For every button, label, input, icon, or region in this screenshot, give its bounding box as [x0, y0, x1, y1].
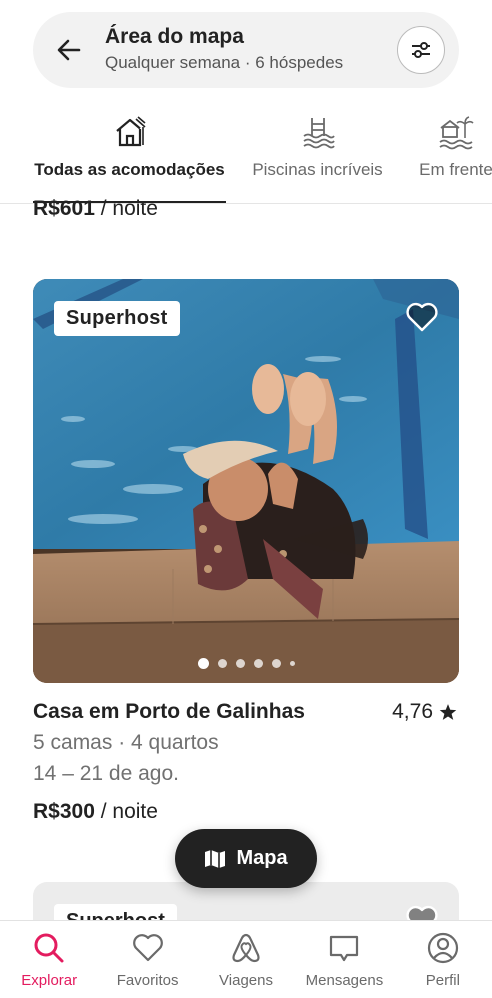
rating-value: 4,76 — [392, 700, 433, 723]
pagination-dot[interactable] — [253, 659, 263, 668]
search-summary[interactable]: Área do mapa Qualquer semana · 6 hóspede… — [105, 24, 343, 75]
search-icon — [34, 933, 64, 963]
nav-messages[interactable]: Mensagens — [295, 921, 393, 998]
price-amount: R$300 — [33, 800, 95, 823]
airbnb-logo-icon — [232, 933, 260, 963]
previous-listing-price: R$601 / noite — [33, 197, 158, 221]
category-tabs: Todas as acomodações Piscinas incríveis … — [0, 108, 492, 204]
map-button-label: Mapa — [236, 847, 288, 869]
search-subtitle: Qualquer semana · 6 hóspedes — [105, 53, 344, 72]
pool-photo-image — [33, 279, 459, 683]
tab-beachfront[interactable]: Em frente — [406, 108, 492, 203]
star-icon — [439, 704, 457, 720]
photo-pagination — [33, 658, 459, 669]
listing-photo[interactable]: Superhost — [33, 279, 459, 683]
listing-rating: 4,76 — [392, 700, 457, 724]
bottom-navigation: Explorar Favoritos Viagens Mensagens Per… — [0, 920, 492, 998]
back-arrow-icon[interactable] — [55, 36, 83, 64]
filters-button[interactable] — [397, 26, 445, 74]
pagination-dot[interactable] — [197, 658, 209, 669]
nav-label: Perfil — [425, 972, 460, 989]
search-bar[interactable]: Área do mapa Qualquer semana · 6 hóspede… — [33, 12, 459, 88]
nav-label: Viagens — [219, 972, 273, 989]
search-title: Área do mapa — [105, 25, 244, 48]
beachfront-icon — [439, 116, 474, 150]
listing-title[interactable]: Casa em Porto de Galinhas — [33, 700, 305, 724]
nav-favorites[interactable]: Favoritos — [98, 921, 196, 998]
pagination-dot[interactable] — [235, 659, 245, 668]
heart-icon[interactable] — [405, 301, 439, 333]
pool-icon — [302, 118, 335, 149]
pagination-dot[interactable] — [289, 661, 295, 666]
pagination-dot[interactable] — [271, 659, 281, 668]
price-unit: / noite — [94, 800, 158, 823]
map-button[interactable]: Mapa — [175, 829, 317, 888]
message-icon — [330, 935, 359, 962]
tab-label: Piscinas incríveis — [252, 160, 383, 179]
profile-icon — [427, 932, 458, 964]
price-unit: / noite — [94, 197, 158, 220]
nav-trips[interactable]: Viagens — [197, 921, 295, 998]
tab-label: Em frente — [419, 160, 492, 179]
house-icon — [115, 116, 146, 147]
listing-beds: 5 camas · 4 quartos — [33, 731, 219, 754]
tab-label: Todas as acomodações — [34, 160, 225, 179]
map-icon — [205, 849, 226, 868]
tab-all-stays[interactable]: Todas as acomodações — [33, 108, 226, 203]
price-amount: R$601 — [33, 197, 95, 220]
superhost-badge: Superhost — [54, 301, 180, 336]
nav-explore[interactable]: Explorar — [0, 921, 98, 998]
listing-price: R$300 / noite — [33, 800, 158, 824]
pagination-dot[interactable] — [217, 659, 227, 668]
tab-amazing-pools[interactable]: Piscinas incríveis — [249, 108, 386, 203]
nav-profile[interactable]: Perfil — [394, 921, 492, 998]
nav-label: Favoritos — [116, 972, 179, 989]
nav-label: Explorar — [21, 972, 78, 989]
nav-label: Mensagens — [305, 972, 384, 989]
listing-dates: 14 – 21 de ago. — [33, 762, 179, 785]
heart-icon — [132, 934, 163, 962]
filter-sliders-icon — [412, 42, 430, 58]
